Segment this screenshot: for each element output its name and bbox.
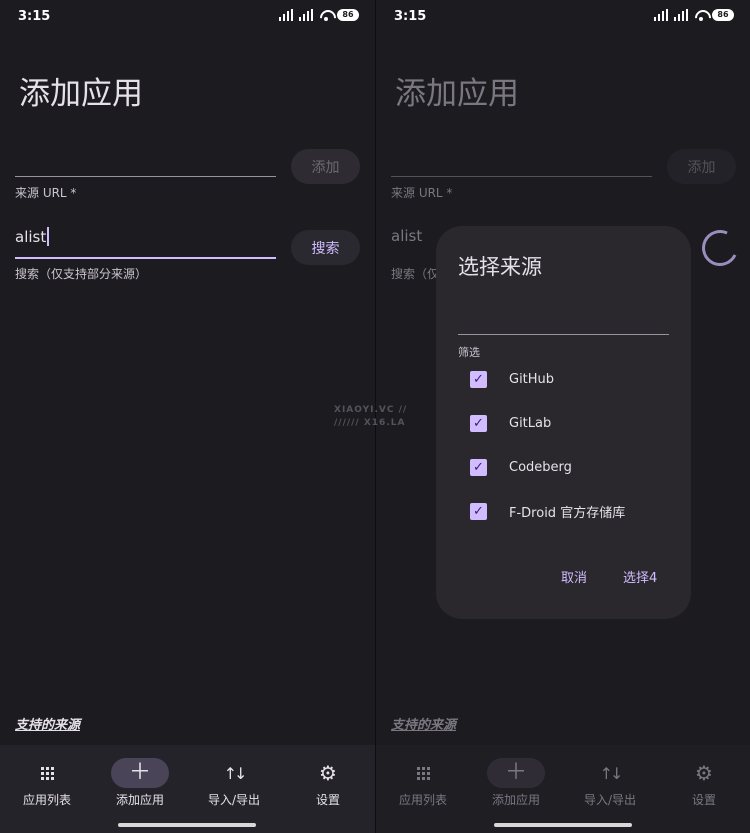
swap-icon: ↑↓ (599, 763, 624, 783)
checkbox-checked-icon[interactable]: ✓ (470, 370, 487, 388)
checkbox-checked-icon[interactable]: ✓ (470, 414, 487, 432)
signal-icon (279, 9, 295, 21)
filter-label: 筛选 (458, 346, 480, 359)
nav-label: 添加应用 (491, 793, 540, 807)
nav-item-settings[interactable]: ⚙ 设置 (657, 745, 750, 833)
nav-label: 应用列表 (398, 793, 447, 807)
nav-item-import-export[interactable]: ↑↓ 导入/导出 (563, 745, 657, 833)
option-label: Codeberg (509, 459, 572, 475)
status-bar: 3:15 86 (376, 0, 750, 34)
status-time: 3:15 (394, 9, 427, 24)
option-label: F-Droid 官方存储库 (509, 505, 626, 521)
search-input-value: alist (391, 227, 423, 245)
text-caret (47, 227, 50, 246)
page-title: 添加应用 (19, 76, 143, 112)
source-option-github[interactable]: ✓ GitHub (470, 369, 554, 389)
status-bar: 3:15 86 (0, 0, 375, 34)
page-title: 添加应用 (395, 76, 519, 112)
nav-item-app-list[interactable]: 应用列表 (376, 745, 470, 833)
source-option-fdroid[interactable]: ✓ F-Droid 官方存储库 (470, 501, 625, 521)
status-icons: 86 (654, 9, 734, 21)
search-input-underline (15, 257, 276, 259)
nav-label: 添加应用 (115, 793, 164, 807)
plus-icon: ＋ (128, 760, 151, 785)
nav-label: 导入/导出 (207, 793, 261, 807)
swap-icon: ↑↓ (223, 763, 248, 783)
status-icons: 86 (279, 9, 359, 21)
gear-icon: ⚙ (695, 761, 713, 785)
nav-label: 导入/导出 (583, 793, 637, 807)
battery-icon: 86 (712, 9, 734, 21)
watermark: XIAOYI.VC // ////// X16.LA (334, 405, 408, 428)
gesture-bar (494, 823, 632, 827)
source-option-codeberg[interactable]: ✓ Codeberg (470, 457, 572, 477)
nav-label: 应用列表 (22, 793, 71, 807)
bottom-navigation: 应用列表 ＋ 添加应用 ↑↓ 导入/导出 ⚙ 设置 (376, 745, 750, 833)
wifi-icon (694, 10, 708, 21)
checkbox-checked-icon[interactable]: ✓ (470, 458, 487, 476)
add-app-screen: 3:15 86 添加应用 添加 来源 URL * alist 搜索（仅支持部分来… (0, 0, 375, 833)
checkbox-checked-icon[interactable]: ✓ (470, 502, 487, 520)
filter-input[interactable] (458, 334, 669, 335)
add-app-screen-dialog: 3:15 86 添加应用 添加 来源 URL * alist 搜索（仅支持部分来… (375, 0, 750, 833)
supported-sources-link[interactable]: 支持的来源 (15, 714, 80, 733)
add-button[interactable]: 添加 (291, 149, 360, 184)
gear-icon: ⚙ (319, 761, 337, 785)
signal-icon (654, 9, 670, 21)
nav-item-settings[interactable]: ⚙ 设置 (281, 745, 375, 833)
search-helper: 搜索（仅支持部分来源） (15, 267, 148, 281)
nav-label: 设置 (691, 793, 716, 807)
add-button[interactable]: 添加 (667, 149, 736, 184)
bottom-navigation: 应用列表 ＋ 添加应用 ↑↓ 导入/导出 ⚙ 设置 (0, 745, 375, 833)
loading-spinner (696, 224, 744, 272)
search-input[interactable]: alist (15, 227, 50, 246)
source-url-input[interactable] (15, 176, 276, 177)
source-url-label: 来源 URL * (391, 186, 453, 200)
search-input[interactable]: alist (391, 227, 422, 245)
select-button[interactable]: 选择4 (623, 567, 657, 586)
signal-icon (674, 9, 690, 21)
signal-icon (299, 9, 315, 21)
option-label: GitLab (509, 415, 552, 431)
cancel-button[interactable]: 取消 (561, 567, 587, 586)
gesture-bar (118, 823, 256, 827)
battery-icon: 86 (337, 9, 359, 21)
grid-icon (416, 766, 430, 780)
dialog-title: 选择来源 (458, 255, 542, 279)
source-url-input[interactable] (391, 176, 652, 177)
source-option-gitlab[interactable]: ✓ GitLab (470, 413, 551, 433)
plus-icon: ＋ (504, 760, 527, 785)
supported-sources-link[interactable]: 支持的来源 (391, 714, 456, 733)
nav-item-app-list[interactable]: 应用列表 (0, 745, 94, 833)
search-button[interactable]: 搜索 (291, 230, 360, 265)
nav-item-add-app[interactable]: ＋ 添加应用 (469, 745, 563, 833)
search-input-value: alist (15, 228, 47, 246)
select-source-dialog: 选择来源 筛选 ✓ GitHub ✓ GitLab ✓ Codeberg ✓ F… (436, 226, 691, 619)
grid-icon (40, 766, 54, 780)
nav-item-import-export[interactable]: ↑↓ 导入/导出 (187, 745, 281, 833)
nav-item-add-app[interactable]: ＋ 添加应用 (93, 745, 187, 833)
status-time: 3:15 (18, 9, 51, 24)
wifi-icon (319, 10, 333, 21)
option-label: GitHub (509, 371, 555, 387)
source-url-label: 来源 URL * (15, 186, 77, 200)
nav-label: 设置 (315, 793, 340, 807)
